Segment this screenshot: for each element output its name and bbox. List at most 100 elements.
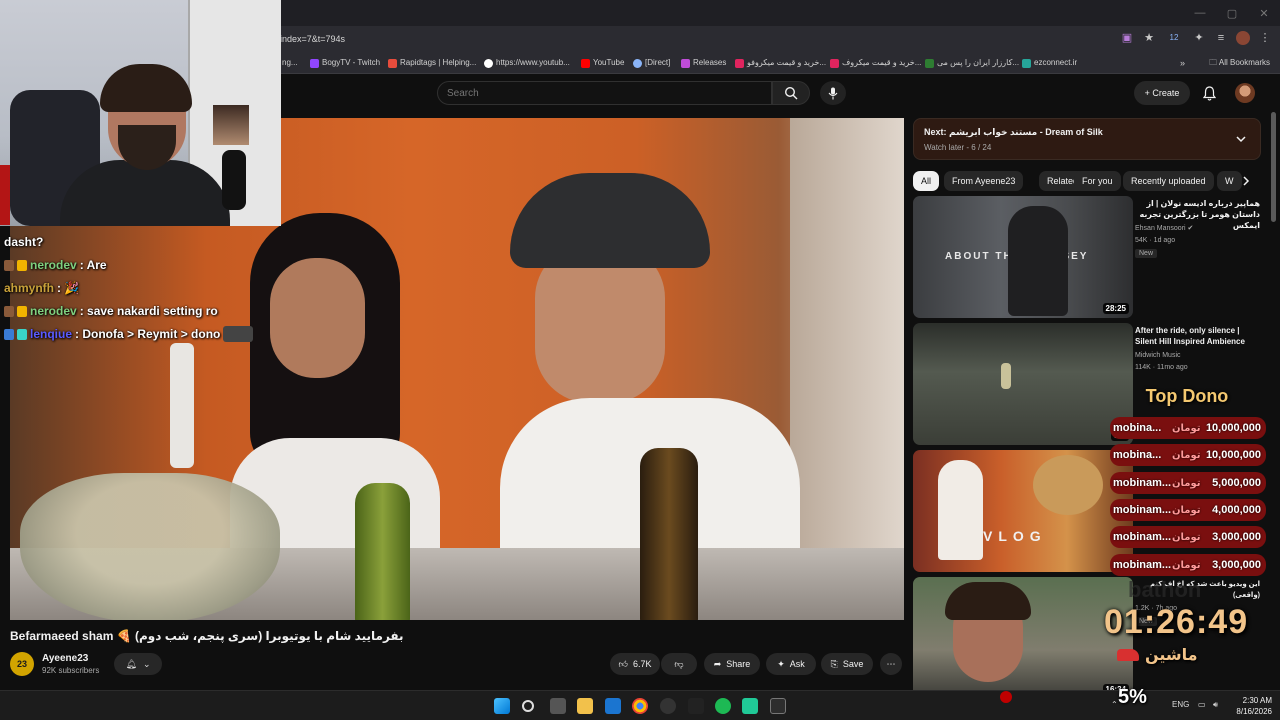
save-button[interactable]: ⎘ Save <box>821 653 873 675</box>
rapidtags-icon <box>388 58 397 68</box>
page-scrollbar[interactable] <box>1271 112 1276 222</box>
youtube-icon <box>581 58 590 68</box>
filter-chips: All From Ayeene23 Related For you Recent… <box>913 171 1258 191</box>
window-controls: — ▢ ✕ <box>1184 0 1280 26</box>
channel-avatar[interactable]: 23 <box>10 652 34 676</box>
top-dono-title: Top Dono <box>1145 386 1229 406</box>
ezconnect-icon <box>1022 58 1031 68</box>
chip-all[interactable]: All <box>913 171 940 191</box>
search-icon <box>784 86 798 100</box>
playlist-next-panel[interactable]: Next: مستند خواب ابریشم - Dream of Silk … <box>913 118 1261 160</box>
subathon-label: bathon <box>1128 577 1202 602</box>
voice-search-button[interactable] <box>820 81 846 105</box>
car-icon <box>1117 649 1139 661</box>
sub-badge-icon <box>17 259 27 271</box>
karzar-icon <box>925 58 934 68</box>
search-input[interactable] <box>437 81 772 105</box>
subscriber-count: 92K subscribers <box>42 666 100 675</box>
ask-button[interactable]: ✦ Ask <box>766 653 816 675</box>
spotify-icon[interactable] <box>715 698 731 714</box>
chip-for-you[interactable]: For you <box>1074 171 1121 191</box>
file-explorer-icon[interactable] <box>577 698 593 714</box>
bookmark-item[interactable]: خرید و قیمت میکروف... <box>830 56 921 70</box>
bookmark-item[interactable]: کارزار ایران را پس می... <box>925 56 1019 70</box>
search-icon[interactable] <box>522 700 534 712</box>
start-icon[interactable] <box>494 698 510 714</box>
account-avatar[interactable] <box>1235 83 1255 103</box>
next-up-title: Next: مستند خواب ابریشم - Dream of Silk <box>924 127 1103 137</box>
next-up-subtitle: Watch later - 6 / 24 <box>924 143 992 152</box>
direct-icon <box>633 58 642 68</box>
sparkle-icon: ✦ <box>777 658 785 669</box>
terminal-icon[interactable] <box>770 698 786 714</box>
dono-entry: mobinam... تومان 5,000,000 <box>1110 472 1266 494</box>
chevron-down-icon[interactable] <box>1234 132 1248 146</box>
progress-dot <box>1000 691 1012 703</box>
bookmark-item[interactable]: https://www.youtub... <box>484 56 570 70</box>
bookmark-item[interactable]: ng... <box>282 56 298 70</box>
channel-name[interactable]: Ayeene23 <box>42 653 88 664</box>
bookmark-item[interactable]: Releases <box>681 56 726 70</box>
system-clock[interactable]: 2:30 AM 8/16/2026 <box>1226 695 1272 717</box>
app-icon[interactable] <box>688 698 704 714</box>
task-view-icon[interactable] <box>550 698 566 714</box>
menu-icon[interactable]: ⋮ <box>1258 30 1272 46</box>
chip-from-channel[interactable]: From Ayeene23 <box>944 171 1024 191</box>
bookmark-item[interactable]: Rapidtags | Helping... <box>388 56 476 70</box>
app-icon[interactable] <box>742 698 758 714</box>
tray-chevron-icon[interactable]: ⌃ <box>1111 700 1118 709</box>
like-button[interactable]: 👍︎ 6.7K <box>610 653 660 675</box>
profile-icon[interactable] <box>1236 31 1250 45</box>
dislike-button[interactable]: 👎︎ <box>661 653 697 675</box>
maximize-icon[interactable]: ▢ <box>1216 0 1248 26</box>
bookmark-star-icon[interactable]: ★ <box>1142 30 1156 46</box>
create-button[interactable]: + Create <box>1134 81 1190 105</box>
subathon-timer: 01:26:49 <box>1104 603 1249 641</box>
chip-recently-uploaded[interactable]: Recently uploaded <box>1123 171 1214 191</box>
address-bar[interactable]: index=7&t=794s <box>280 30 1100 48</box>
more-actions-button[interactable]: ⋯ <box>880 653 902 675</box>
extensions-icon[interactable]: ✦ <box>1192 30 1206 46</box>
recommendation-thumbnail[interactable]: VLOG <box>913 450 1133 572</box>
volume-icon[interactable]: 🔊︎ <box>1213 700 1218 710</box>
notification-bell-button[interactable]: 🔔︎ ⌄ <box>114 653 162 675</box>
cast-icon[interactable]: ▣ <box>1120 30 1134 46</box>
share-button[interactable]: ➦ Share <box>704 653 760 675</box>
chips-next-button[interactable] <box>1237 171 1255 191</box>
bookmark-item[interactable]: BogyTV - Twitch <box>310 56 380 70</box>
thumbs-down-icon: 👎︎ <box>674 658 684 669</box>
webcam-overlay <box>0 0 281 226</box>
video-duration: 28:25 <box>1102 303 1129 314</box>
vscode-icon[interactable] <box>605 698 621 714</box>
recommendation-thumbnail[interactable]: ABOUT THE ODYSSEY 28:25 <box>913 196 1133 318</box>
user-badge-icon <box>4 305 14 317</box>
obs-icon[interactable] <box>660 698 676 714</box>
bookmark-item[interactable]: خرید و قیمت میکروفو... <box>735 56 826 70</box>
minimize-icon[interactable]: — <box>1184 0 1216 26</box>
video-scene-bottle <box>640 448 698 620</box>
search-button[interactable] <box>772 81 810 105</box>
extension-badge-icon[interactable]: 12 <box>1164 30 1184 46</box>
recommendation-thumbnail[interactable]: 2:0 <box>913 323 1133 445</box>
close-icon[interactable]: ✕ <box>1248 0 1280 26</box>
media-icon[interactable]: ≡ <box>1214 30 1228 46</box>
bookmark-item[interactable]: [Direct] <box>633 56 670 70</box>
recommendation-thumbnail[interactable]: 16:34 <box>913 577 1133 699</box>
all-bookmarks-button[interactable]: 🗀 All Bookmarks <box>1209 56 1270 70</box>
globe-icon <box>484 58 493 68</box>
bell-icon: 🔔︎ <box>125 658 137 669</box>
bookmarks-overflow-icon[interactable]: » <box>1180 56 1185 70</box>
chat-message: nerodev : save nakardi setting ro <box>4 301 218 321</box>
network-icon[interactable]: ▭ <box>1198 700 1206 709</box>
notifications-button[interactable] <box>1199 83 1219 103</box>
windows-taskbar: ⌃ ENG ▭ 🔊︎ 2:30 AM 8/16/2026 <box>0 690 1280 720</box>
language-indicator[interactable]: ENG <box>1172 700 1189 709</box>
bookmark-item[interactable]: YouTube <box>581 56 624 70</box>
recommendation-title[interactable]: After the ride, only silence | Silent Hi… <box>1135 325 1260 347</box>
chat-emote <box>223 326 254 342</box>
subathon-goal: ماشین <box>1117 645 1198 665</box>
bookmark-item[interactable]: ezconnect.ir <box>1022 56 1077 70</box>
dono-entry: mobinam... تومان 4,000,000 <box>1110 499 1266 521</box>
chrome-icon[interactable] <box>632 698 648 714</box>
dono-entry: mobina... تومان 10,000,000 <box>1110 417 1266 439</box>
